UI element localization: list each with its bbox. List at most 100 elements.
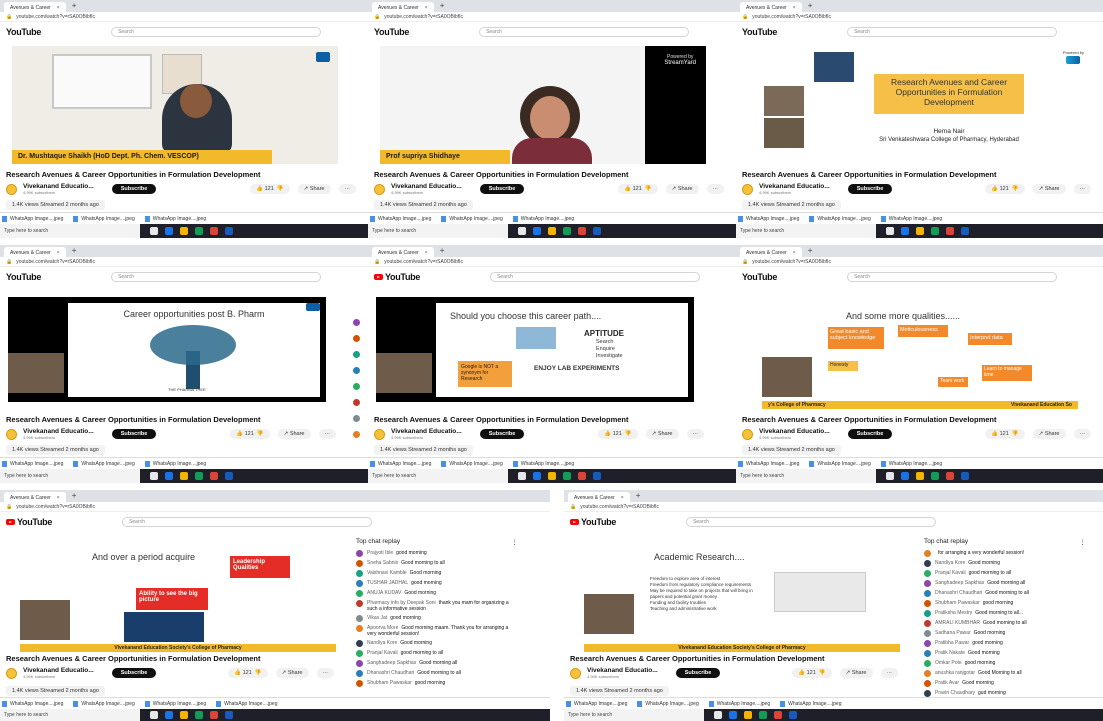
- avatar[interactable]: [924, 609, 931, 617]
- avatar[interactable]: [352, 319, 360, 326]
- new-tab-button[interactable]: +: [440, 247, 445, 255]
- more-button[interactable]: ···: [706, 184, 724, 194]
- store-icon[interactable]: [195, 472, 203, 480]
- chrome-icon[interactable]: [901, 472, 909, 480]
- new-tab-button[interactable]: +: [808, 247, 813, 255]
- taskbar-search[interactable]: Type here to search: [564, 709, 704, 721]
- like-button[interactable]: 👍 121 👎: [792, 668, 832, 678]
- subscribe-button[interactable]: Subscribe: [847, 184, 893, 194]
- download-item[interactable]: WhatsApp Image....jpeg: [566, 700, 627, 707]
- download-item[interactable]: WhatsApp Image....jpeg: [370, 215, 431, 222]
- app-icon[interactable]: [578, 472, 586, 480]
- new-tab-button[interactable]: +: [72, 2, 77, 10]
- address-bar[interactable]: 🔒 youtube.com/watch?v=rSA0OBibfIc: [564, 502, 1103, 512]
- search-input[interactable]: Search: [847, 272, 1058, 282]
- avatar[interactable]: [924, 559, 931, 567]
- youtube-logo[interactable]: YouTube: [374, 272, 420, 282]
- chat-author[interactable]: Shubham Pawaskar: [367, 680, 412, 686]
- more-button[interactable]: ···: [880, 668, 898, 678]
- avatar[interactable]: [924, 589, 931, 597]
- chat-author[interactable]: Shubham Pawaskar: [935, 600, 980, 606]
- address-bar[interactable]: 🔒 youtube.com/watch?v=rSA0OBibfIc: [0, 257, 368, 267]
- chat-author[interactable]: Omkar Pote: [935, 660, 962, 666]
- word-icon[interactable]: [225, 227, 233, 235]
- channel-name[interactable]: Vivekanand Educatio...: [23, 667, 94, 674]
- browser-tab[interactable]: Avenues & Career ×: [740, 247, 802, 257]
- download-item[interactable]: WhatsApp Image....jpeg: [738, 215, 799, 222]
- taskbar-search[interactable]: Type here to search: [0, 709, 140, 721]
- download-item[interactable]: WhatsApp Image....jpeg: [809, 215, 871, 222]
- task-view-icon[interactable]: [150, 711, 158, 719]
- chat-author[interactable]: Prajyoti Ible: [367, 550, 393, 556]
- file-explorer-icon[interactable]: [916, 227, 924, 235]
- task-view-icon[interactable]: [886, 472, 894, 480]
- download-item[interactable]: WhatsApp Image....jpeg: [216, 700, 278, 707]
- word-icon[interactable]: [789, 711, 797, 719]
- taskbar-search[interactable]: Type here to search: [368, 469, 508, 483]
- chat-author[interactable]: anushka ranjgotar: [935, 670, 975, 676]
- taskbar-search[interactable]: Type here to search: [736, 224, 876, 238]
- youtube-logo[interactable]: YouTube: [6, 272, 41, 282]
- channel-avatar[interactable]: [742, 183, 753, 195]
- file-explorer-icon[interactable]: [180, 472, 188, 480]
- video-player[interactable]: Research Avenues and Career Opportunitie…: [764, 46, 1090, 164]
- word-icon[interactable]: [225, 711, 233, 719]
- video-player[interactable]: Career opportunities post B. Pharm THE P…: [8, 297, 326, 402]
- word-icon[interactable]: [961, 472, 969, 480]
- chrome-icon[interactable]: [901, 227, 909, 235]
- chrome-icon[interactable]: [729, 711, 737, 719]
- download-item[interactable]: WhatsApp Image....jpeg: [512, 460, 574, 467]
- search-input[interactable]: Search: [686, 517, 937, 527]
- download-item[interactable]: WhatsApp Image....jpeg: [708, 700, 770, 707]
- avatar[interactable]: [924, 549, 931, 557]
- avatar[interactable]: [924, 679, 931, 687]
- youtube-logo[interactable]: YouTube: [6, 517, 52, 527]
- avatar[interactable]: [356, 599, 363, 607]
- like-button[interactable]: 👍 121 👎: [985, 184, 1025, 194]
- channel-name[interactable]: Vivekanand Educatio...: [587, 667, 658, 674]
- app-icon[interactable]: [774, 711, 782, 719]
- app-icon[interactable]: [210, 227, 218, 235]
- subscribe-button[interactable]: Subscribe: [111, 668, 157, 678]
- like-button[interactable]: 👍 121 👎: [985, 429, 1025, 439]
- browser-tab[interactable]: Avenues & Career ×: [372, 2, 434, 12]
- store-icon[interactable]: [195, 711, 203, 719]
- channel-name[interactable]: Vivekanand Educatio...: [391, 428, 462, 435]
- file-explorer-icon[interactable]: [548, 472, 556, 480]
- subscribe-button[interactable]: Subscribe: [479, 184, 525, 194]
- browser-tab[interactable]: Avenues & Career ×: [372, 247, 434, 257]
- download-item[interactable]: WhatsApp Image....jpeg: [2, 700, 63, 707]
- browser-tab[interactable]: Avenues & Career ×: [4, 247, 66, 257]
- channel-avatar[interactable]: [570, 667, 581, 679]
- chat-author[interactable]: Nandiya Kore: [935, 560, 965, 566]
- avatar[interactable]: [352, 351, 360, 358]
- task-view-icon[interactable]: [518, 472, 526, 480]
- like-button[interactable]: 👍 121 👎: [598, 429, 638, 439]
- app-icon[interactable]: [210, 472, 218, 480]
- avatar[interactable]: [356, 679, 363, 687]
- download-item[interactable]: WhatsApp Image....jpeg: [441, 215, 503, 222]
- channel-avatar[interactable]: [742, 428, 753, 440]
- chrome-icon[interactable]: [165, 227, 173, 235]
- chat-author[interactable]: Pravin Chaudhary: [935, 690, 975, 696]
- subscribe-button[interactable]: Subscribe: [111, 429, 157, 439]
- avatar[interactable]: [356, 559, 363, 567]
- more-button[interactable]: ···: [1073, 429, 1091, 439]
- video-player[interactable]: And over a period acquire Leadership Qua…: [20, 542, 336, 652]
- browser-tab[interactable]: Avenues & Career ×: [740, 2, 802, 12]
- taskbar-search[interactable]: Type here to search: [0, 224, 140, 238]
- chat-author[interactable]: Dhanashri Chaudhari: [935, 590, 982, 596]
- channel-avatar[interactable]: [374, 428, 385, 440]
- chat-author[interactable]: Pranjal Kavali: [935, 570, 966, 576]
- avatar[interactable]: [924, 689, 931, 697]
- video-player[interactable]: Should you choose this career path.... A…: [376, 297, 694, 402]
- tab-close-icon[interactable]: ×: [57, 5, 60, 11]
- more-button[interactable]: ···: [1073, 184, 1091, 194]
- chat-author[interactable]: Vaishnavi Kamble: [367, 570, 407, 576]
- store-icon[interactable]: [563, 227, 571, 235]
- browser-tab[interactable]: Avenues & Career ×: [4, 2, 66, 12]
- download-item[interactable]: WhatsApp Image....jpeg: [73, 460, 135, 467]
- file-explorer-icon[interactable]: [180, 711, 188, 719]
- chat-header-label[interactable]: Top chat replay: [356, 538, 400, 546]
- chat-author[interactable]: Pratik Nakate: [935, 650, 965, 656]
